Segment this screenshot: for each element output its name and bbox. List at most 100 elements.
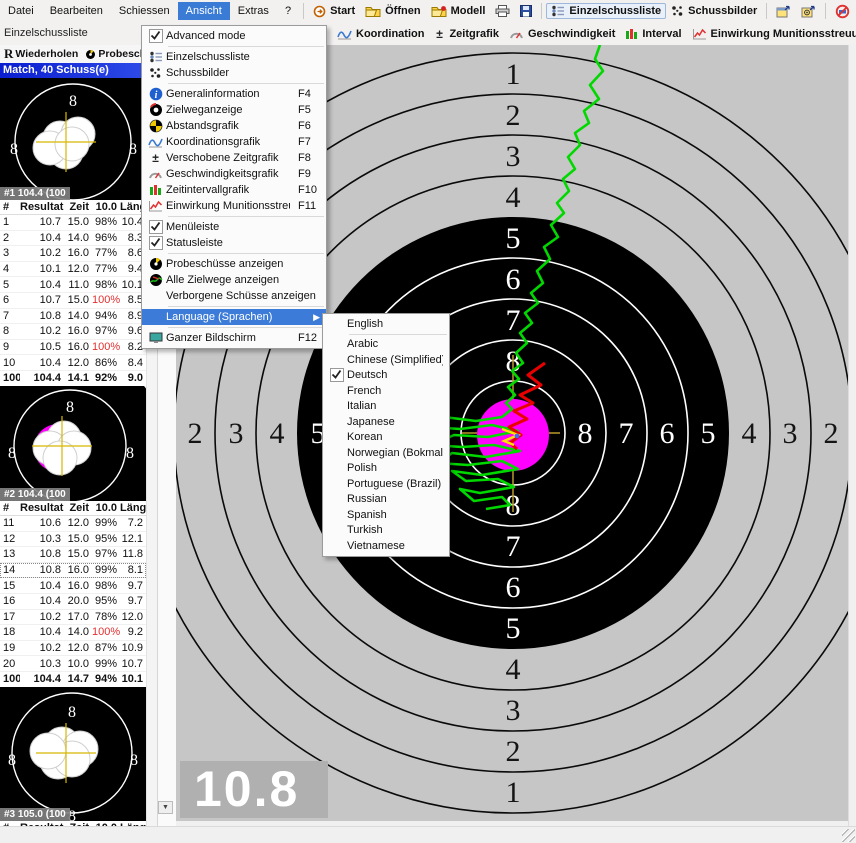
ansicht-menu-item-einwirkungmunitionsstreuung[interactable]: Einwirkung MunitionsstreuungF11 xyxy=(142,198,326,214)
resize-grip-icon[interactable] xyxy=(842,829,855,842)
svg-text:8: 8 xyxy=(126,445,134,462)
ansicht-menu-item-allezielwegeanzeigen[interactable]: Alle Zielwege anzeigen xyxy=(142,272,326,288)
table-row[interactable]: 1210.315.095%12.1 xyxy=(0,532,146,548)
language-menu-item-chinesesimplified[interactable]: Chinese (Simplified) xyxy=(323,352,449,368)
shot-list-icon xyxy=(149,51,163,63)
language-menu-item-japanese[interactable]: Japanese xyxy=(323,414,449,430)
language-menu-item-spanish[interactable]: Spanish xyxy=(323,507,449,523)
table-cell: 97% xyxy=(92,325,120,337)
chart-button-label: Koordination xyxy=(356,28,424,40)
table-row[interactable]: 1810.414.0100%9.2 xyxy=(0,625,146,641)
table-row[interactable]: 1010.412.086%8.4 xyxy=(0,355,146,371)
table-row[interactable]: 110.715.098%10.4 xyxy=(0,215,146,231)
table-cell: 7 xyxy=(0,310,20,322)
table-row[interactable]: 510.411.098%10.1 xyxy=(0,277,146,293)
menubar-item-schiessen[interactable]: Schiessen xyxy=(111,2,178,20)
language-menu-item-arabic[interactable]: Arabic xyxy=(323,337,449,353)
language-menu-item-french[interactable]: French xyxy=(323,383,449,399)
ansicht-menu-item-schussbilder[interactable]: Schussbilder xyxy=(142,65,326,81)
chart-button-zeitgrafik[interactable]: ±Zeitgrafik xyxy=(429,26,504,42)
sighters-button[interactable]: Probeschüsse xyxy=(83,48,146,60)
repeat-button[interactable]: R Wiederholen xyxy=(2,46,80,62)
table-row[interactable]: 1110.612.099%7.2 xyxy=(0,516,146,532)
menubar-item-ansicht[interactable]: Ansicht xyxy=(178,2,230,20)
total-cell: 92% xyxy=(92,372,120,384)
table-cell: 16.0 xyxy=(64,580,92,592)
table-cell: 9 xyxy=(0,341,20,353)
chart-button-interval[interactable]: Interval xyxy=(620,26,686,42)
toolbar-button-export-target[interactable] xyxy=(796,3,821,20)
table-row[interactable]: 1310.815.097%11.8 xyxy=(0,547,146,563)
table-row[interactable]: 610.715.0100%8.5 xyxy=(0,293,146,309)
ansicht-menu-item-generalinformation[interactable]: iGeneralinformationF4 xyxy=(142,86,326,102)
table-row[interactable]: 1410.816.099%8.1 xyxy=(0,563,146,579)
ansicht-menu-item-geschwindigkeitsgrafik[interactable]: GeschwindigkeitsgrafikF9 xyxy=(142,166,326,182)
language-menu-item-english[interactable]: English xyxy=(323,316,449,332)
toolbar-button-schussbilder[interactable]: Schussbilder xyxy=(666,3,762,19)
table-row[interactable]: 410.112.077%9.4 xyxy=(0,262,146,278)
menubar-item-[interactable]: ? xyxy=(277,2,299,20)
table-row[interactable]: 710.814.094%8.9 xyxy=(0,309,146,325)
menubar-item-bearbeiten[interactable]: Bearbeiten xyxy=(42,2,111,20)
language-menu-item-turkish[interactable]: Turkish xyxy=(323,523,449,539)
language-menu-item-deutsch[interactable]: Deutsch xyxy=(323,368,449,384)
language-menu-item-korean[interactable]: Korean xyxy=(323,430,449,446)
menu-item-shortcut: F12 xyxy=(290,332,320,344)
table-cell: 20 xyxy=(0,658,20,670)
ansicht-menu-item-advancedmode[interactable]: Advanced mode xyxy=(142,28,326,44)
toolbar-button-export-window[interactable] xyxy=(771,3,796,20)
chart-button-koordination[interactable]: Koordination xyxy=(332,26,429,42)
toolbar-button-disabled-sign[interactable] xyxy=(830,2,855,21)
toolbar-button-einzelschussliste[interactable]: Einzelschussliste xyxy=(546,3,666,19)
ansicht-menu-item-verschobenezeitgrafik[interactable]: ±Verschobene ZeitgrafikF8 xyxy=(142,150,326,166)
ansicht-menu-item-verborgeneschsseanzeigen[interactable]: Verborgene Schüsse anzeigen xyxy=(142,288,326,304)
shot-group-thumbnail[interactable]: 888#1 104.4 (100 xyxy=(0,78,146,200)
table-row[interactable]: 1910.212.087%10.9 xyxy=(0,641,146,657)
chart-button-geschwindigkeit[interactable]: Geschwindigkeit xyxy=(504,26,620,42)
shot-group-thumbnail[interactable]: 888#2 104.4 (100 xyxy=(0,386,146,501)
table-cell: 99% xyxy=(92,517,120,529)
ansicht-menu-item-ganzerbildschirm[interactable]: Ganzer BildschirmF12 xyxy=(142,330,326,346)
table-row[interactable]: 1710.217.078%12.0 xyxy=(0,610,146,626)
menubar-item-extras[interactable]: Extras xyxy=(230,2,277,20)
table-row[interactable]: 310.216.077%8.6 xyxy=(0,246,146,262)
toolbar-button-start[interactable]: Start xyxy=(308,3,360,20)
ansicht-menu-item-zielweganzeige[interactable]: ZielweganzeigeF5 xyxy=(142,102,326,118)
table-cell: 77% xyxy=(92,247,120,259)
ansicht-menu-item-zeitintervallgrafik[interactable]: ZeitintervallgrafikF10 xyxy=(142,182,326,198)
toolbar-button-ffnen[interactable]: Öffnen xyxy=(360,3,425,19)
table-row[interactable]: 810.216.097%9.6 xyxy=(0,324,146,340)
table-cell: 2 xyxy=(0,232,20,244)
ansicht-menu-item-koordinationsgrafik[interactable]: KoordinationsgrafikF7 xyxy=(142,134,326,150)
language-menu-item-italian[interactable]: Italian xyxy=(323,399,449,415)
table-row[interactable]: 210.414.096%8.3 xyxy=(0,231,146,247)
ansicht-menu-popup: Advanced mode EinzelschusslisteSchussbild… xyxy=(141,25,327,349)
header-dropdown-button[interactable]: ▼ xyxy=(158,801,173,814)
chart-button-label: Zeitgrafik xyxy=(449,28,499,40)
table-row[interactable]: 1510.416.098%9.7 xyxy=(0,578,146,594)
language-menu-item-portuguesebrazil[interactable]: Portuguese (Brazil) xyxy=(323,476,449,492)
window-right-scrollbar[interactable] xyxy=(848,45,856,826)
table-cell: 12 xyxy=(0,533,20,545)
language-menu-item-polish[interactable]: Polish xyxy=(323,461,449,477)
ansicht-menu-item-menleiste[interactable]: Menüleiste xyxy=(142,219,326,235)
language-menu-item-russian[interactable]: Russian xyxy=(323,492,449,508)
language-menu-item-norwegianbokmal[interactable]: Norwegian (Bokmal) xyxy=(323,445,449,461)
ansicht-menu-item-statusleiste[interactable]: Statusleiste xyxy=(142,235,326,251)
chart-button-einwirkungmunitionsstreuung[interactable]: Einwirkung Munitionsstreuung xyxy=(687,26,856,42)
ansicht-menu-item-abstandsgrafik[interactable]: AbstandsgrafikF6 xyxy=(142,118,326,134)
ansicht-menu-item-probeschsseanzeigen[interactable]: Probeschüsse anzeigen xyxy=(142,256,326,272)
toolbar-button-printer[interactable] xyxy=(490,3,515,19)
menu-item-label: Zeitintervallgrafik xyxy=(166,184,290,196)
menubar-item-datei[interactable]: Datei xyxy=(0,2,42,20)
ansicht-menu-item-einzelschussliste[interactable]: Einzelschussliste xyxy=(142,49,326,65)
table-row[interactable]: 910.516.0100%8.2 xyxy=(0,340,146,356)
table-row[interactable]: 1610.420.095%9.7 xyxy=(0,594,146,610)
toolbar-button-save[interactable] xyxy=(515,3,537,19)
repeat-label: Wiederholen xyxy=(15,48,78,60)
table-row[interactable]: 2010.310.099%10.7 xyxy=(0,656,146,672)
toolbar-button-modell[interactable]: Modell xyxy=(426,3,491,19)
ansicht-menu-item-languagesprachen[interactable]: Language (Sprachen)▶ xyxy=(142,309,326,325)
language-menu-item-vietnamese[interactable]: Vietnamese xyxy=(323,538,449,554)
shot-group-thumbnail[interactable]: 8888#3 105.0 (100 xyxy=(0,687,146,821)
